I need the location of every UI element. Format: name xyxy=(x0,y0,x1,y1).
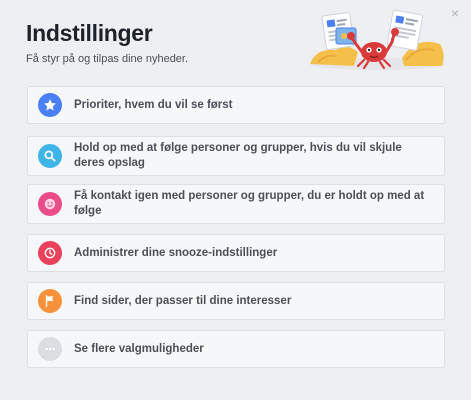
option-prioritize[interactable]: Prioriter, hvem du vil se først xyxy=(27,86,445,124)
option-see-more[interactable]: Se flere valgmuligheder xyxy=(27,330,445,368)
option-reconnect[interactable]: Få kontakt igen med personer og grupper,… xyxy=(27,184,445,224)
flag-icon xyxy=(38,289,62,313)
options-list: Prioriter, hvem du vil se først Hold op … xyxy=(27,86,445,368)
close-icon[interactable]: × xyxy=(448,6,462,20)
option-label: Find sider, der passer til dine interess… xyxy=(74,294,292,307)
search-icon xyxy=(38,144,62,168)
option-label: Få kontakt igen med personer og grupper,… xyxy=(74,190,425,217)
dialog-subtitle: Få styr på og tilpas dine nyheder. xyxy=(26,53,189,65)
option-unfollow[interactable]: Hold op med at følge personer og grupper… xyxy=(27,136,445,176)
option-snooze[interactable]: Administrer dine snooze-indstillinger xyxy=(27,234,445,272)
crab-news-illustration xyxy=(310,9,446,70)
option-discover-pages[interactable]: Find sider, der passer til dine interess… xyxy=(27,282,445,320)
option-label: Administrer dine snooze-indstillinger xyxy=(74,246,278,259)
clock-icon xyxy=(38,241,62,265)
smiley-icon xyxy=(38,192,62,216)
option-label: Hold op med at følge personer og grupper… xyxy=(74,142,402,169)
option-label: Se flere valgmuligheder xyxy=(74,342,204,355)
star-icon xyxy=(38,93,62,117)
option-label: Prioriter, hvem du vil se først xyxy=(74,98,233,111)
more-icon xyxy=(38,337,62,361)
news-feed-preferences-dialog: × Indstillinger Få styr på og tilpas din… xyxy=(0,0,471,400)
dialog-title: Indstillinger xyxy=(26,20,153,46)
